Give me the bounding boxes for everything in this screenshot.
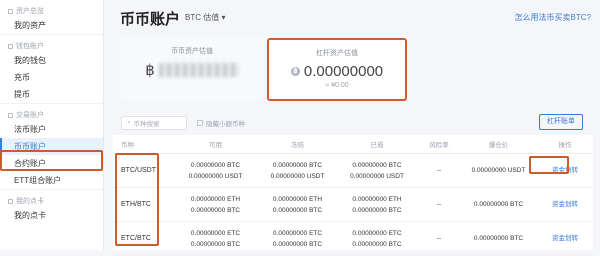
sidebar-item-my-wallet[interactable]: 我的钱包 (0, 52, 103, 69)
sidebar-section-trading: 交易账户 (0, 103, 103, 121)
page-title: 币币账户 (120, 11, 181, 28)
leverage-bill-button[interactable]: 杠杆账单 (539, 114, 583, 130)
col-header-borrowed: 已借 (336, 135, 418, 154)
col-header-available: 可用 (172, 135, 259, 154)
section-icon (8, 198, 13, 204)
liquidation-cell: 0.00000000 USDT (460, 153, 537, 188)
sidebar-item-withdraw[interactable]: 提币 (0, 86, 103, 103)
table-row: ETH/BTC 0.00000000 ETH 0.00000000 BTC 0.0… (113, 187, 593, 222)
section-icon (8, 112, 13, 118)
frozen-cell: 0.00000000 ETC 0.00000000 BTC (259, 221, 336, 256)
borrowed-cell: 0.00000000 BTC 0.00000000 USDT (336, 153, 418, 188)
available-cell: 0.00000000 BTC 0.00000000 USDT (172, 153, 259, 188)
sidebar-item-fiat-account[interactable]: 法币账户 (0, 121, 103, 138)
search-placeholder: 币种搜索 (133, 121, 160, 128)
help-link[interactable]: 怎么用法币买卖BTC? (515, 12, 591, 23)
hide-small-balances-checkbox[interactable]: 隐藏小额币种 (197, 118, 245, 128)
sidebar-item-my-assets[interactable]: 我的资产 (0, 17, 103, 34)
sidebar-section-overview: 资产总览 (0, 0, 103, 17)
sidebar-item-my-points[interactable]: 我的点卡 (0, 207, 103, 224)
risk-cell: -- (418, 187, 460, 222)
col-header-frozen: 冻结 (259, 135, 336, 154)
sidebar-item-deposit[interactable]: 充币 (0, 69, 103, 86)
section-icon (8, 8, 13, 14)
valuation-currency-dropdown[interactable]: BTC 估值 ▾ (185, 12, 225, 23)
transfer-link[interactable]: 资金划转 (537, 221, 593, 256)
col-header-currency: 币种 (113, 135, 172, 154)
col-header-liquidation: 爆仓价 (460, 135, 537, 154)
hide-small-label: 隐藏小额币种 (206, 121, 245, 128)
risk-cell: -- (418, 221, 460, 256)
frozen-cell: 0.00000000 ETH 0.00000000 BTC (259, 187, 336, 222)
sidebar-section-wallet: 钱包账户 (0, 34, 103, 52)
margin-asset-cny: ≈ ¥0.00 (325, 82, 349, 89)
col-header-risk: 风险率 (418, 135, 460, 154)
section-icon (8, 43, 13, 49)
sidebar-section-points: 我的点卡 (0, 189, 103, 207)
liquidation-cell: 0.00000000 BTC (460, 187, 537, 222)
sidebar: 资产总览 我的资产 钱包账户 我的钱包 充币 提币 交易账户 法币账户 币币账户… (0, 0, 104, 250)
col-header-action: 操作 (537, 135, 593, 154)
highlight-box-pairs (115, 153, 159, 246)
table-header-row: 币种 可用 冻结 已借 风险率 爆仓价 操作 (113, 135, 593, 154)
margin-asset-amount: 0.00000000 (303, 63, 384, 80)
liquidation-cell: 0.00000000 BTC (460, 221, 537, 256)
bitcoin-icon: ฿ (290, 67, 300, 76)
highlight-box-sidebar (0, 150, 103, 171)
margin-asset-label: 杠杆资产估值 (316, 50, 358, 57)
table-row: BTC/USDT 0.00000000 BTC 0.00000000 USDT 0… (113, 153, 593, 188)
transfer-link[interactable]: 资金划转 (537, 187, 593, 222)
highlight-box-transfer (529, 156, 569, 174)
currency-search-input[interactable]: ⌕ 币种搜索 (121, 116, 187, 130)
available-cell: 0.00000000 ETH 0.00000000 BTC (172, 187, 259, 222)
checkbox-icon (197, 120, 203, 126)
spot-asset-card: 币币资产估值 ฿ (121, 38, 263, 101)
margin-asset-card: 杠杆资产估值 ฿ 0.00000000 ≈ ¥0.00 (267, 38, 407, 101)
spot-asset-value: ฿ (121, 61, 263, 79)
assets-table: 币种 可用 冻结 已借 风险率 爆仓价 操作 BTC/USDT 0.000000… (113, 135, 593, 256)
search-icon: ⌕ (127, 119, 131, 126)
table-row: ETC/BTC 0.00000000 ETC 0.00000000 BTC 0.0… (113, 221, 593, 256)
main-content: 币币账户 BTC 估值 ▾ 怎么用法币买卖BTC? 币币资产估值 ฿ 杠杆资产估… (113, 0, 593, 256)
available-cell: 0.00000000 ETC 0.00000000 BTC (172, 221, 259, 256)
sidebar-item-ett-account[interactable]: ETT组合账户 (0, 172, 103, 189)
blurred-value (158, 63, 239, 77)
spot-asset-label: 币币资产估值 (171, 48, 213, 55)
frozen-cell: 0.00000000 BTC 0.00000000 USDT (259, 153, 336, 188)
borrowed-cell: 0.00000000 ETC 0.00000000 BTC (336, 221, 418, 256)
bitcoin-icon: ฿ (145, 62, 155, 79)
margin-asset-value: ฿ 0.00000000 (269, 63, 405, 80)
borrowed-cell: 0.00000000 ETH 0.00000000 BTC (336, 187, 418, 222)
risk-cell: -- (418, 153, 460, 188)
